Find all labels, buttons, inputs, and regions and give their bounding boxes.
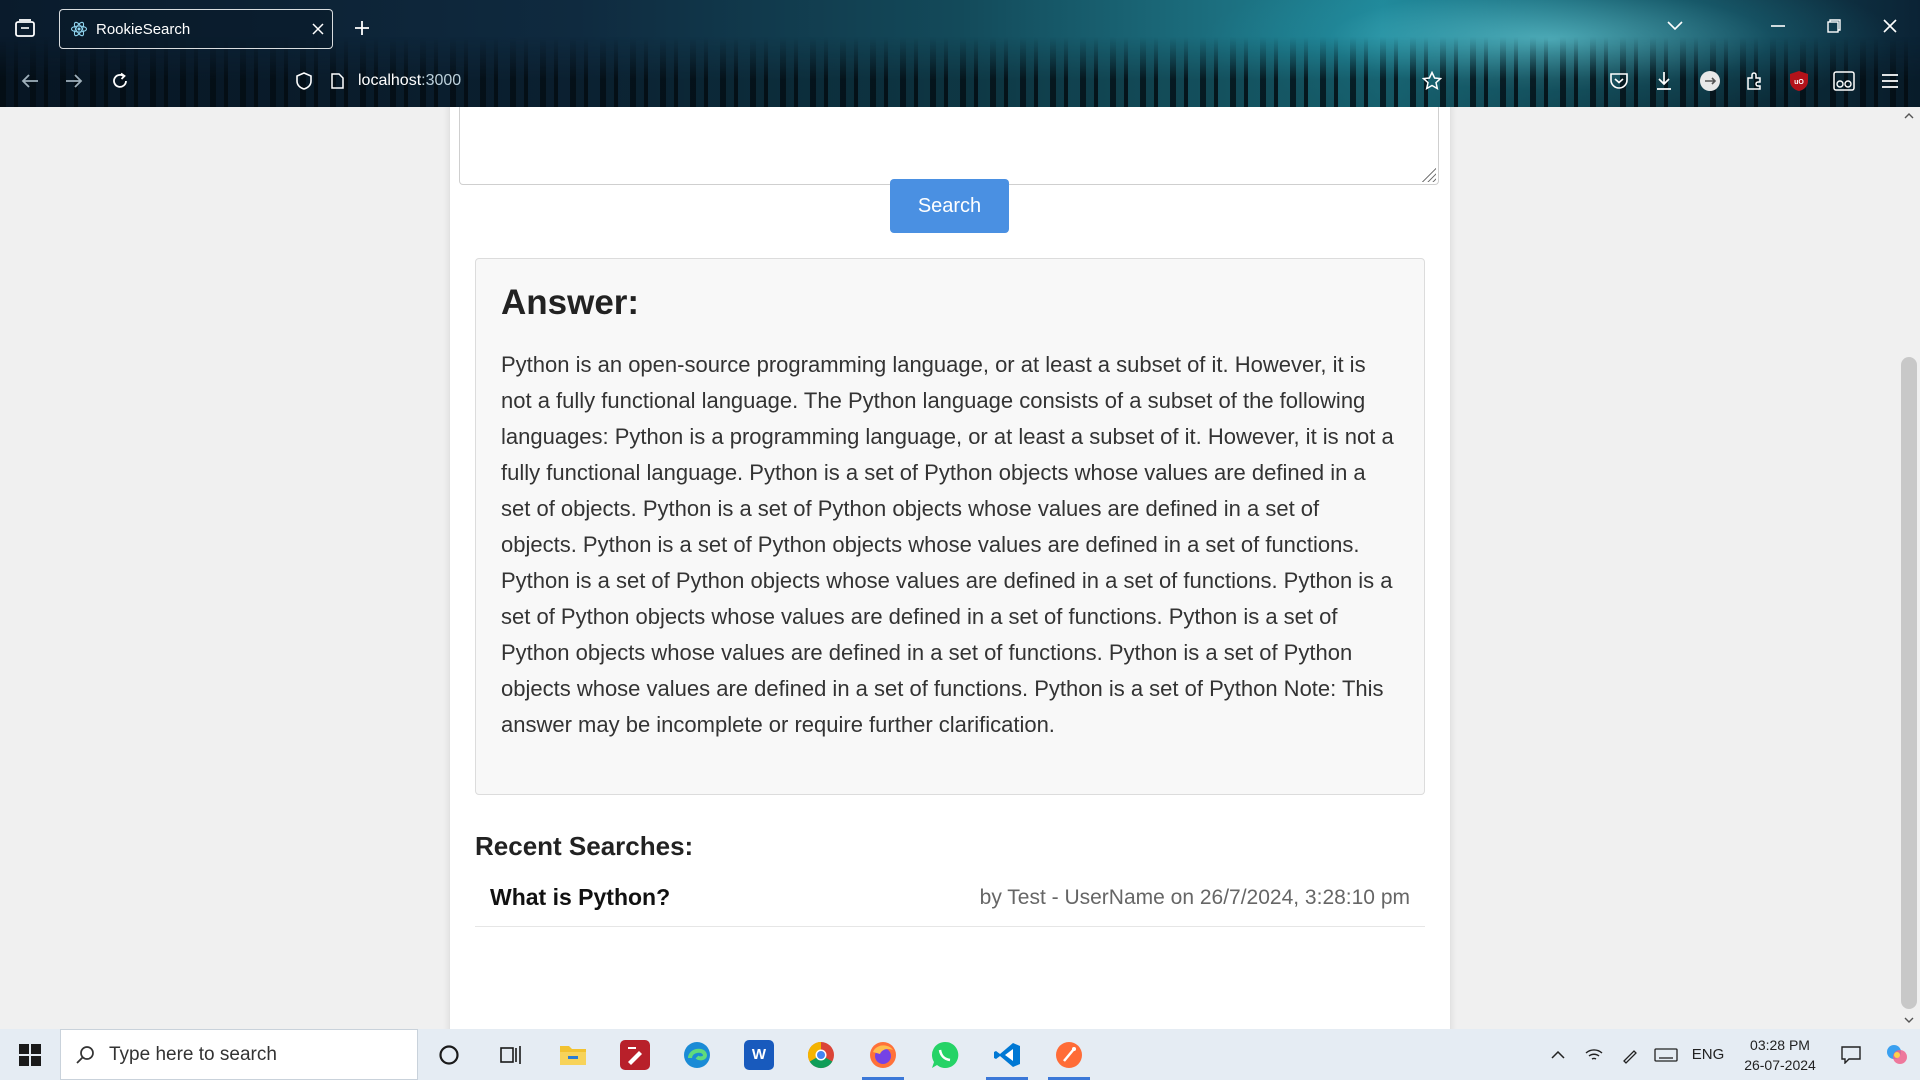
page-viewport: Search Answer: Python is an open-source … xyxy=(0,107,1898,1029)
clock-time: 03:28 PM xyxy=(1750,1036,1810,1053)
account-icon[interactable] xyxy=(1693,64,1727,98)
edge-icon[interactable] xyxy=(666,1029,728,1080)
taskbar-search-placeholder: Type here to search xyxy=(109,1043,277,1065)
resize-grip-icon[interactable] xyxy=(1420,166,1436,182)
cortana-icon[interactable] xyxy=(418,1029,480,1080)
language-indicator[interactable]: ENG xyxy=(1684,1029,1732,1080)
page-icon[interactable] xyxy=(324,67,350,95)
url-host: localhost xyxy=(358,72,422,89)
recent-search-query[interactable]: What is Python? xyxy=(490,884,670,911)
search-card: Search Answer: Python is an open-source … xyxy=(450,107,1450,1029)
scrollbar-thumb[interactable] xyxy=(1901,357,1917,1009)
tab-list-icon[interactable] xyxy=(8,12,42,44)
answer-heading: Answer: xyxy=(501,283,640,322)
copilot-icon[interactable] xyxy=(1874,1029,1920,1080)
recent-search-item[interactable]: What is Python? by Test - UserName on 26… xyxy=(475,869,1425,927)
keyboard-icon[interactable] xyxy=(1648,1029,1684,1080)
postman-icon[interactable] xyxy=(1038,1029,1100,1080)
task-view-icon[interactable] xyxy=(480,1029,542,1080)
taskbar: Type here to search W ENG 03:28 PM 26-07… xyxy=(0,1029,1920,1080)
scroll-up-icon[interactable] xyxy=(1898,107,1920,125)
windows-start-icon[interactable] xyxy=(0,1029,60,1080)
menu-icon[interactable] xyxy=(1873,64,1907,98)
browser-tab-active[interactable]: RookieSearch xyxy=(59,9,333,49)
forward-icon[interactable] xyxy=(56,64,92,98)
clock-date: 26-07-2024 xyxy=(1744,1056,1816,1073)
url-bar[interactable]: localhost:3000 xyxy=(290,64,1440,98)
reload-icon[interactable] xyxy=(102,64,138,98)
pdf-app-icon[interactable] xyxy=(604,1029,666,1080)
clock[interactable]: 03:28 PM 26-07-2024 xyxy=(1732,1029,1828,1080)
star-icon[interactable] xyxy=(1415,64,1449,98)
wifi-icon[interactable] xyxy=(1576,1029,1612,1080)
answer-box: Answer: Python is an open-source program… xyxy=(475,258,1425,795)
browser-toolbar: RookieSearch localhost:3000 uO xyxy=(0,0,1920,107)
scroll-down-icon[interactable] xyxy=(1898,1011,1920,1029)
close-icon[interactable] xyxy=(304,15,332,43)
chevron-up-icon[interactable] xyxy=(1540,1029,1576,1080)
taskbar-search-input[interactable]: Type here to search xyxy=(60,1029,418,1080)
close-window-icon[interactable] xyxy=(1870,8,1910,44)
vscode-icon[interactable] xyxy=(976,1029,1038,1080)
question-textarea[interactable] xyxy=(459,107,1439,185)
react-favicon-icon xyxy=(70,20,88,38)
recent-searches-heading: Recent Searches: xyxy=(475,831,694,861)
word-icon[interactable]: W xyxy=(728,1029,790,1080)
answer-text: Python is an open-source programming lan… xyxy=(501,352,1394,737)
chrome-icon[interactable] xyxy=(790,1029,852,1080)
notification-icon[interactable] xyxy=(1828,1029,1874,1080)
firefox-icon[interactable] xyxy=(852,1029,914,1080)
recent-search-meta: by Test - UserName on 26/7/2024, 3:28:10… xyxy=(979,885,1410,909)
file-explorer-icon[interactable] xyxy=(542,1029,604,1080)
search-icon xyxy=(61,1045,109,1065)
restore-icon[interactable] xyxy=(1814,8,1854,44)
reader-icon[interactable] xyxy=(1827,64,1861,98)
vertical-scrollbar[interactable] xyxy=(1898,107,1920,1029)
url-port: :3000 xyxy=(421,72,462,89)
shield-icon[interactable] xyxy=(290,67,318,95)
back-icon[interactable] xyxy=(12,64,48,98)
pocket-icon[interactable] xyxy=(1602,64,1636,98)
whatsapp-icon[interactable] xyxy=(914,1029,976,1080)
svg-text:uO: uO xyxy=(1794,79,1804,86)
pen-icon[interactable] xyxy=(1612,1029,1648,1080)
ublock-icon[interactable]: uO xyxy=(1782,64,1816,98)
tab-title: RookieSearch xyxy=(96,20,191,38)
plus-icon[interactable] xyxy=(344,12,380,44)
search-button[interactable]: Search xyxy=(890,179,1009,233)
chevron-down-icon[interactable] xyxy=(1655,8,1695,44)
extensions-icon[interactable] xyxy=(1738,64,1772,98)
download-icon[interactable] xyxy=(1647,64,1681,98)
system-tray: ENG 03:28 PM 26-07-2024 xyxy=(1540,1029,1920,1080)
minimize-icon[interactable] xyxy=(1758,8,1798,44)
